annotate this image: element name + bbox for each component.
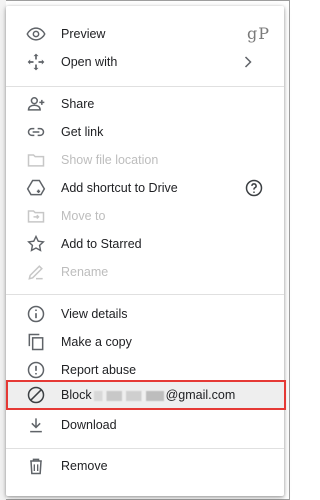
menu-item-label: Preview (61, 27, 106, 41)
menu-item-label: View details (61, 307, 128, 321)
menu-divider (6, 448, 284, 449)
menu-item-preview[interactable]: Preview (6, 20, 284, 48)
drive-shortcut-icon (26, 178, 46, 198)
menu-item-get-link[interactable]: Get link (6, 118, 284, 146)
menu-item-share[interactable]: Share (6, 90, 284, 118)
menu-item-label: Remove (61, 459, 108, 473)
menu-item-label: Open with (61, 55, 118, 69)
star-icon (26, 234, 46, 254)
report-icon (26, 360, 46, 380)
block-label-suffix: @gmail.com (165, 388, 236, 402)
menu-item-label: Block @gmail.com (61, 388, 235, 402)
menu-item-move-to: Move to (6, 202, 284, 230)
menu-divider (6, 86, 284, 87)
menu-item-download[interactable]: Download (6, 411, 284, 439)
folder-icon (26, 150, 46, 170)
block-label-prefix: Block (61, 388, 92, 402)
menu-item-label: Rename (61, 265, 109, 279)
menu-item-show-file-location: Show file location (6, 146, 284, 174)
info-icon (26, 304, 46, 324)
person-add-icon (26, 94, 46, 114)
redacted-email (93, 390, 164, 401)
menu-item-label: Add shortcut to Drive (61, 181, 178, 195)
menu-item-add-shortcut[interactable]: Add shortcut to Drive (6, 174, 284, 202)
menu-item-label: Get link (61, 125, 104, 139)
eye-icon (26, 24, 46, 44)
menu-item-label: Show file location (61, 153, 159, 167)
menu-item-open-with[interactable]: Open with (6, 48, 284, 76)
link-icon (26, 122, 46, 142)
menu-item-make-a-copy[interactable]: Make a copy (6, 328, 284, 356)
menu-item-label: Report abuse (61, 363, 137, 377)
menu-item-label: Download (61, 418, 117, 432)
menu-item-label: Move to (61, 209, 106, 223)
menu-item-view-details[interactable]: View details (6, 300, 284, 328)
menu-divider (6, 294, 284, 295)
block-icon (26, 385, 46, 405)
menu-item-label: Share (61, 97, 95, 111)
menu-item-label: Add to Starred (61, 237, 142, 251)
help-circle-icon[interactable] (244, 178, 264, 198)
menu-item-rename: Rename (6, 258, 284, 286)
move-to-folder-icon (26, 206, 46, 226)
chevron-right-icon (238, 52, 258, 72)
move-arrows-icon (26, 52, 46, 72)
copy-icon (26, 332, 46, 352)
menu-item-remove[interactable]: Remove (6, 452, 284, 480)
context-menu: gP Preview Open with Share Get link Show… (6, 6, 286, 496)
download-icon (26, 415, 46, 435)
menu-item-block[interactable]: Block @gmail.com (6, 381, 284, 409)
menu-item-label: Make a copy (61, 335, 132, 349)
trash-icon (26, 456, 46, 476)
menu-item-add-to-starred[interactable]: Add to Starred (6, 230, 284, 258)
pencil-icon (26, 262, 46, 282)
